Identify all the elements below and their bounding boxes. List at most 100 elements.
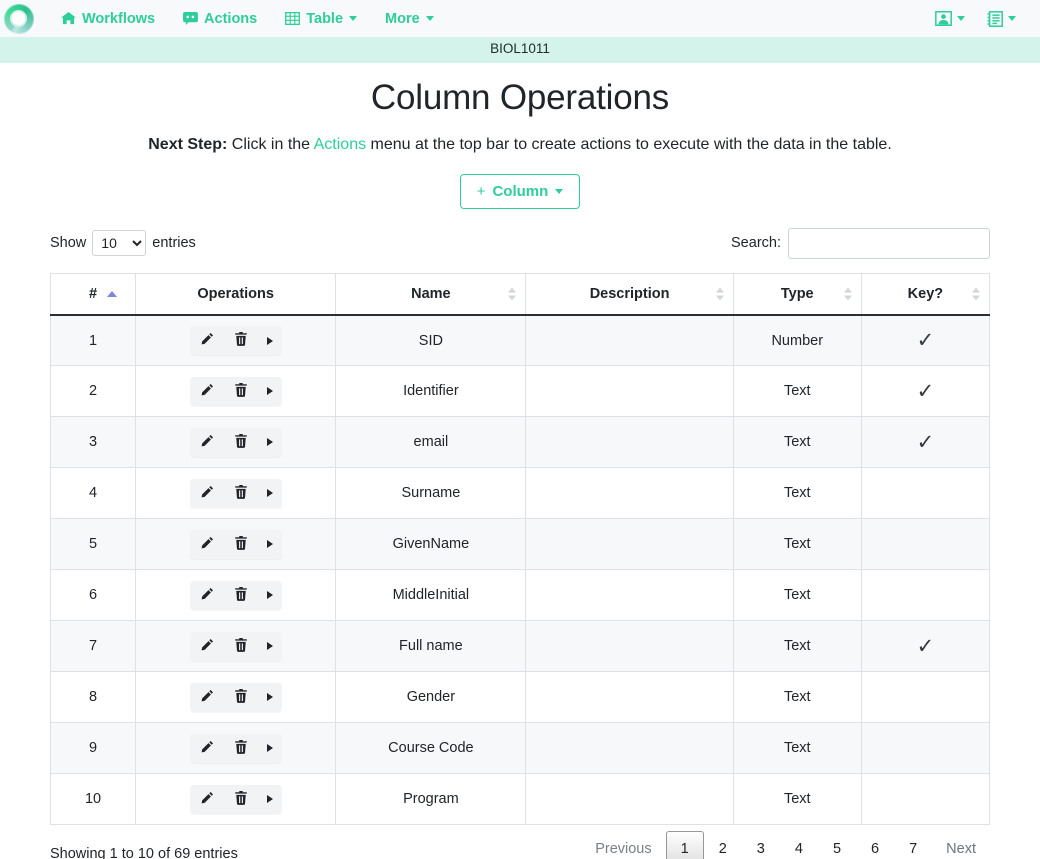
key-check-icon: ✓ [916,430,935,454]
nav-logs-menu[interactable] [987,10,1016,27]
table-row[interactable]: 1 SID Number ✓ [49,314,991,367]
column-header-operations-label: Operations [197,285,274,302]
trash-column-button[interactable] [224,479,258,508]
pencil-column-button[interactable] [190,632,224,661]
pencil-column-button[interactable] [190,428,224,457]
cell-name: MiddleInitial [335,569,527,622]
column-header-number[interactable]: # [49,272,137,316]
row-operations-group [189,580,282,610]
nav-item-table[interactable]: Table [271,5,371,33]
table-row[interactable]: 4 Surname Text [49,467,991,520]
column-more-menu-button[interactable] [258,581,282,610]
cell-name: Program [335,773,527,826]
nav-item-more[interactable]: More [371,5,448,33]
nav-item-actions[interactable]: Actions [169,5,271,33]
pagination-page-3[interactable]: 3 [742,831,780,859]
key-check-icon: ✓ [916,634,935,658]
pencil-column-button[interactable] [190,479,224,508]
column-header-key[interactable]: Key? [860,272,991,316]
column-more-menu-button[interactable] [258,530,282,559]
pencil-icon [200,536,214,553]
pencil-column-button[interactable] [190,683,224,712]
next-step-actions-link[interactable]: Actions [314,136,366,153]
column-more-menu-button[interactable] [258,428,282,457]
table-row[interactable]: 6 MiddleInitial Text [49,569,991,622]
cell-name: GivenName [335,518,527,571]
trash-icon [234,637,248,655]
pencil-column-button[interactable] [190,530,224,559]
table-row[interactable]: 2 Identifier Text ✓ [49,365,991,418]
cell-number: 10 [49,773,137,826]
column-header-description[interactable]: Description [525,272,734,316]
pagination-page-6[interactable]: 6 [856,831,894,859]
caret-right-icon [266,642,273,651]
column-more-menu-button[interactable] [258,479,282,508]
pagination-page-1[interactable]: 1 [665,831,704,859]
pagination-page-5[interactable]: 5 [818,831,856,859]
pencil-column-button[interactable] [190,377,224,406]
cell-number: 7 [49,620,137,673]
trash-column-button[interactable] [224,734,258,763]
table-row[interactable]: 8 Gender Text [49,671,991,724]
column-more-menu-button[interactable] [258,734,282,763]
pencil-icon [200,383,214,400]
column-more-menu-button[interactable] [258,785,282,814]
cell-type: Text [732,518,862,571]
cell-operations [135,314,337,367]
nav-item-workflows[interactable]: Workflows [47,5,169,33]
cell-number: 3 [49,416,137,469]
page-length-select[interactable]: 10 25 50 100 [92,230,147,257]
pencil-column-button[interactable] [190,581,224,610]
trash-column-button[interactable] [224,581,258,610]
sort-ascending-icon [107,290,117,297]
column-more-menu-button[interactable] [258,632,282,661]
cell-operations [135,620,337,673]
cell-description [525,365,734,418]
search-input[interactable] [788,227,990,259]
trash-column-button[interactable] [224,530,258,559]
cell-description [525,314,734,367]
sort-both-icon [508,287,516,300]
row-operations-group [189,326,282,356]
cell-description [525,773,734,826]
trash-icon [234,535,248,553]
column-more-menu-button[interactable] [258,326,282,355]
pagination-page-2[interactable]: 2 [704,831,742,859]
nav-user-menu[interactable] [935,11,965,26]
trash-icon [234,586,248,604]
pagination-next[interactable]: Next [932,831,990,859]
navbar-right-items [935,10,1030,27]
cell-key: ✓ [860,416,991,469]
pencil-column-button[interactable] [190,785,224,814]
table-row[interactable]: 7 Full name Text ✓ [49,620,991,673]
trash-icon [234,382,248,400]
column-header-type[interactable]: Type [732,272,862,316]
table-row[interactable]: 3 email Text ✓ [49,416,991,469]
trash-column-button[interactable] [224,326,258,355]
column-header-number-label: # [89,285,98,302]
trash-icon [234,332,248,349]
column-more-menu-button[interactable] [258,683,282,712]
add-column-button[interactable]: + Column [459,173,581,209]
trash-column-button[interactable] [224,377,258,406]
trash-column-button[interactable] [224,632,258,661]
trash-column-button[interactable] [224,785,258,814]
cell-name: Identifier [335,365,527,418]
cell-operations [135,671,337,724]
trash-column-button[interactable] [224,428,258,457]
pencil-column-button[interactable] [190,734,224,763]
brand-logo-link[interactable] [0,0,37,37]
comment-square-icon [183,12,198,25]
table-row[interactable]: 10 Program Text [49,773,991,826]
pencil-column-button[interactable] [190,326,224,355]
column-header-name[interactable]: Name [335,272,527,316]
pagination-page-7[interactable]: 7 [894,831,932,859]
sort-both-icon [844,287,852,300]
column-header-operations[interactable]: Operations [135,272,337,316]
pagination-previous[interactable]: Previous [581,831,665,859]
table-row[interactable]: 9 Course Code Text [49,722,991,775]
trash-column-button[interactable] [224,683,258,712]
table-row[interactable]: 5 GivenName Text [49,518,991,571]
pagination-page-4[interactable]: 4 [780,831,818,859]
column-more-menu-button[interactable] [258,377,282,406]
